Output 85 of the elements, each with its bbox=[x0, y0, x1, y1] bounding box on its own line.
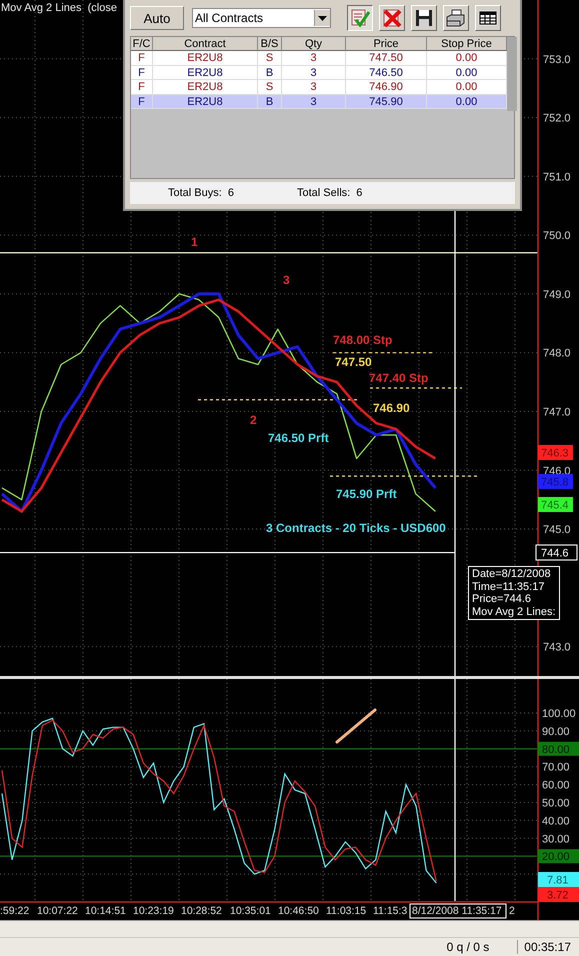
axis-label: 743.0 bbox=[543, 642, 571, 654]
chart-label: 746.50 Prft bbox=[268, 431, 329, 445]
time-label: 10:07:22 bbox=[37, 905, 78, 917]
axis-label: 747.0 bbox=[543, 406, 571, 418]
axis-label: 750.0 bbox=[543, 230, 571, 242]
table-cell: B bbox=[258, 94, 282, 109]
column-header[interactable]: B/S bbox=[258, 37, 282, 51]
auto-button[interactable]: Auto bbox=[130, 6, 184, 30]
level-tag: 80.00 bbox=[538, 742, 579, 756]
confirm-button[interactable] bbox=[347, 5, 373, 31]
chart-label: 3 Contracts - 20 Ticks - USD600 bbox=[266, 521, 446, 535]
chart-label: 746.90 bbox=[373, 401, 410, 415]
chart-label: 745.90 Prft bbox=[336, 487, 397, 501]
checklist-icon bbox=[350, 8, 370, 28]
table-cell: 745.90 bbox=[346, 94, 427, 109]
clock: 00:35:17 bbox=[517, 940, 579, 954]
axis-label: 751.0 bbox=[543, 171, 571, 184]
ref-line-label: 80.00 bbox=[542, 744, 570, 756]
order-row[interactable]: F ER2U8 S 3 746.90 0.00 bbox=[131, 80, 507, 94]
save-button[interactable] bbox=[411, 5, 437, 31]
axis-label: 753.0 bbox=[543, 54, 571, 66]
tooltip-line: Mov Avg 2 Lines: bbox=[472, 606, 556, 618]
price-tag: 745.4 bbox=[538, 497, 573, 512]
chart-title: Mov Avg 2 Lines (close bbox=[1, 2, 117, 14]
chart-label: 2 bbox=[250, 413, 257, 427]
table-cell: ER2U8 bbox=[153, 94, 258, 109]
time-label: 10:35:01 bbox=[230, 905, 271, 917]
order-row[interactable]: F ER2U8 S 3 747.50 0.00 bbox=[131, 51, 507, 66]
queue-status: 0 q / 0 s bbox=[446, 940, 490, 954]
axis-label: 40.00 bbox=[542, 815, 570, 828]
axis-label: 748.0 bbox=[543, 348, 571, 360]
value-tag: 3.72 bbox=[538, 887, 579, 902]
time-label: 10:46:50 bbox=[278, 905, 319, 917]
cancel-button[interactable] bbox=[379, 5, 405, 31]
chart-label: 748.00 Stp bbox=[333, 333, 392, 347]
price-tag: 744.6 bbox=[536, 544, 578, 560]
table-cell: 3 bbox=[282, 94, 346, 109]
order-row[interactable]: F ER2U8 B 3 745.90 0.00 bbox=[131, 94, 507, 109]
column-header[interactable]: Contract bbox=[153, 37, 258, 51]
ref-line-label: 20.00 bbox=[542, 851, 570, 864]
column-header[interactable]: Qty bbox=[282, 37, 346, 51]
axis-label: 90.00 bbox=[542, 726, 570, 738]
table-cell: F bbox=[131, 94, 153, 109]
time-label: :59:22 bbox=[0, 905, 30, 917]
tooltip-line: Time=11:35:17 bbox=[472, 580, 546, 593]
axis-label: 745.0 bbox=[543, 524, 571, 536]
column-header[interactable]: Price bbox=[346, 37, 427, 51]
price-tag: 746.3 bbox=[538, 445, 573, 460]
total-sells: Total Sells: 6 bbox=[297, 187, 362, 199]
print-button[interactable] bbox=[443, 5, 469, 31]
total-buys: Total Buys: 6 bbox=[168, 187, 236, 199]
printer-icon bbox=[446, 9, 466, 27]
chart-label: 747.40 Stp bbox=[369, 371, 428, 385]
chart-label: 747.50 bbox=[335, 355, 372, 369]
time-label: 11:15:3 bbox=[373, 905, 408, 917]
column-header[interactable]: Stop Price bbox=[427, 37, 507, 51]
time-label: 10:28:52 bbox=[181, 905, 222, 917]
tooltip-line: Price=744.6 bbox=[472, 593, 532, 606]
axis-label: 100.00 bbox=[542, 708, 576, 720]
chart-label: 3 bbox=[283, 273, 290, 287]
axis-label: 60.00 bbox=[542, 780, 570, 792]
order-row[interactable]: F ER2U8 B 3 746.50 0.00 bbox=[131, 66, 507, 80]
save-icon bbox=[415, 9, 433, 27]
axis-label: 752.0 bbox=[543, 112, 571, 125]
tooltip-line: Date=8/12/2008 bbox=[472, 568, 552, 580]
axis-label: 749.0 bbox=[543, 288, 571, 301]
column-header[interactable]: F/C bbox=[131, 37, 153, 51]
time-label: 10:23:19 bbox=[133, 905, 174, 917]
contracts-dropdown[interactable]: All Contracts bbox=[192, 8, 331, 28]
table-button[interactable] bbox=[475, 5, 501, 31]
chart-label: 1 bbox=[191, 235, 198, 249]
scrollbar[interactable] bbox=[507, 37, 517, 111]
grid-icon bbox=[479, 11, 497, 25]
axis-label: 30.00 bbox=[542, 833, 570, 846]
price-tag: 745.8 bbox=[538, 474, 573, 489]
axis-label: 50.00 bbox=[542, 798, 570, 810]
axis-label: 70.00 bbox=[542, 762, 570, 774]
time-label: 2 bbox=[509, 905, 515, 917]
value-tag: 7.81 bbox=[538, 872, 579, 887]
cursor-time-label: 8/12/2008 11:35:17 bbox=[410, 904, 506, 918]
trend-line bbox=[336, 708, 376, 744]
time-label: 11:03:15 bbox=[326, 905, 366, 917]
time-label: 10:14:51 bbox=[85, 905, 126, 917]
delete-icon bbox=[382, 8, 402, 28]
level-tag: 20.00 bbox=[538, 849, 579, 864]
